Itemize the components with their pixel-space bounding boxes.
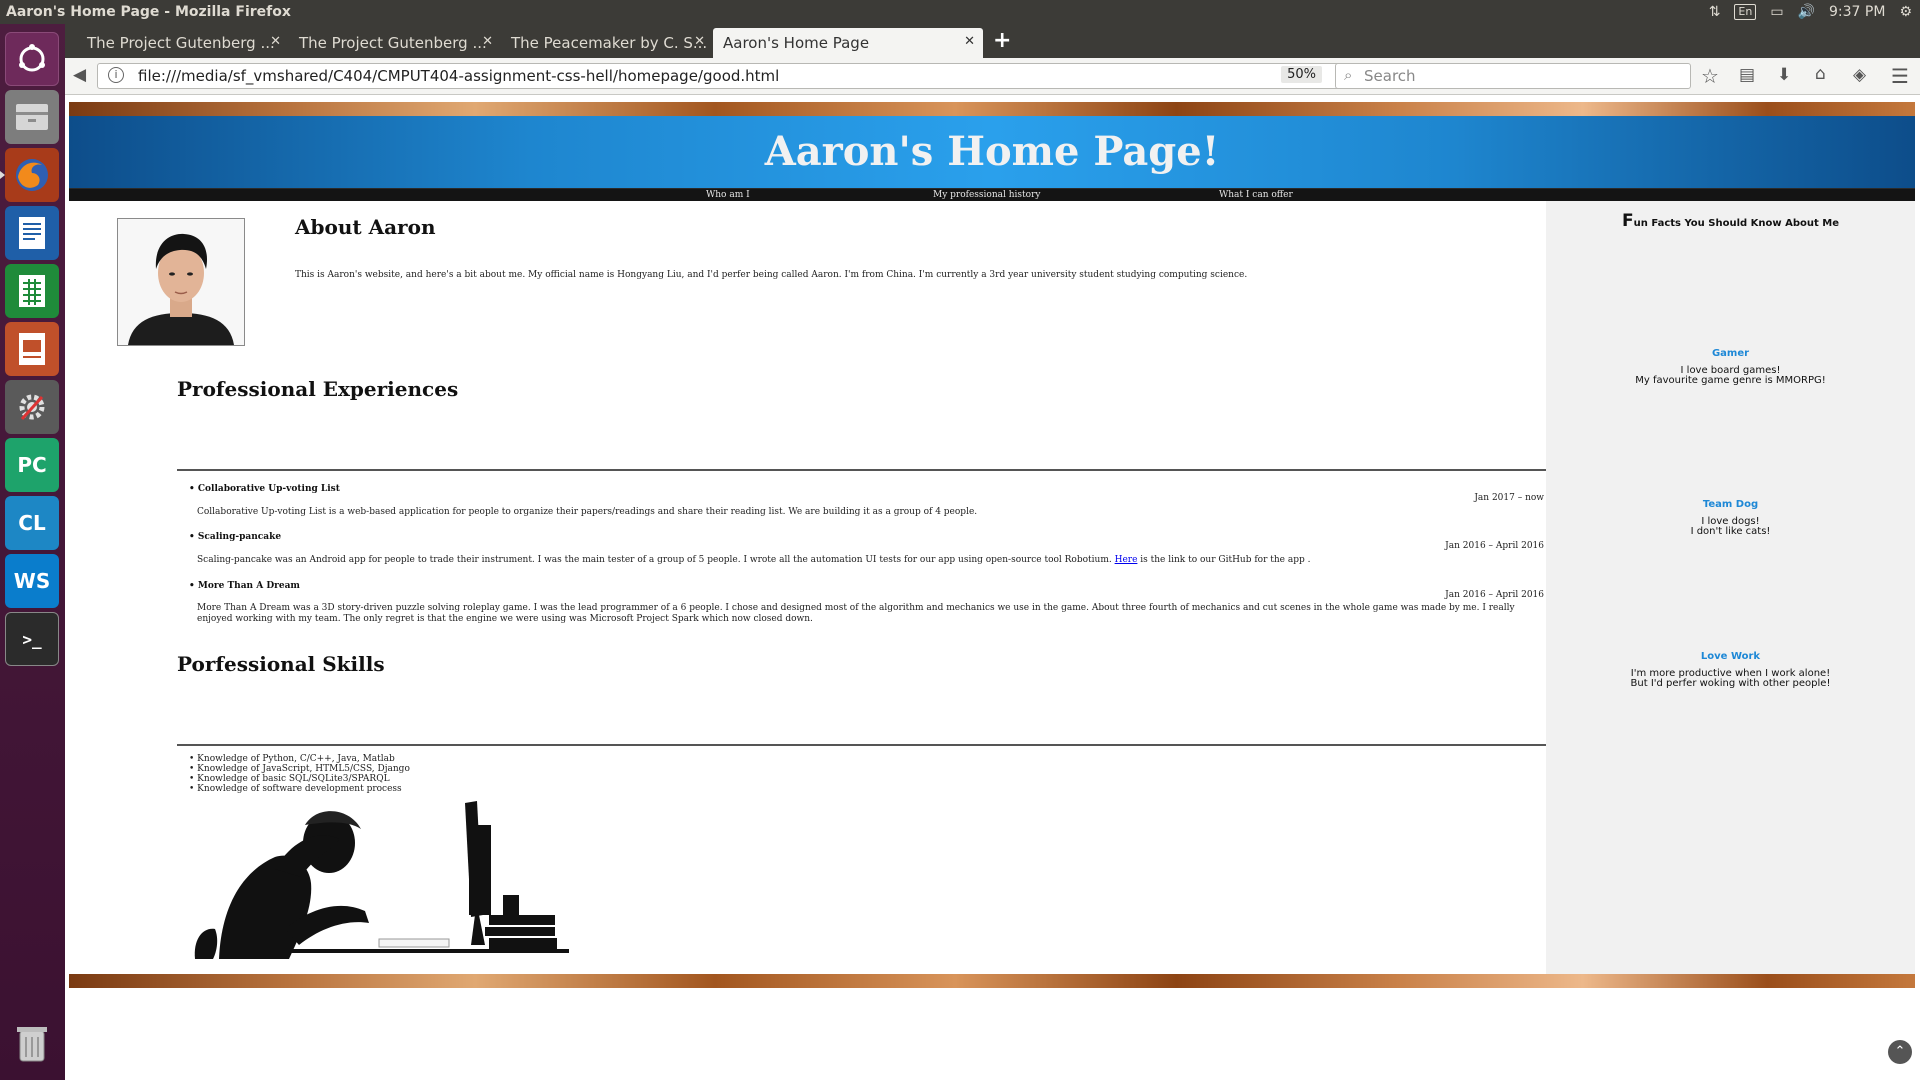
keyboard-layout-indicator[interactable]: En <box>1734 4 1757 20</box>
tab-project-gutenberg-2[interactable]: The Project Gutenberg ... ✕ <box>289 28 501 58</box>
running-indicator <box>0 171 5 179</box>
browser-tab-strip: The Project Gutenberg ... ✕ The Project … <box>65 24 1920 58</box>
experience-description: Scaling-pancake was an Android app for p… <box>197 555 1532 566</box>
clion-icon[interactable]: CL <box>5 496 59 550</box>
tab-label: The Peacemaker by C. S... <box>511 34 708 52</box>
sidebar-title: Fun Facts You Should Know About Me <box>1546 211 1915 231</box>
close-icon[interactable]: ✕ <box>482 34 493 49</box>
skill-item: Knowledge of JavaScript, HTML5/CSS, Djan… <box>189 764 410 774</box>
pocket-icon[interactable]: ◈ <box>1853 65 1866 85</box>
skill-item: Knowledge of basic SQL/SQLite3/SPARQL <box>189 774 389 784</box>
downloads-icon[interactable]: ⬇ <box>1777 65 1791 85</box>
writer-icon[interactable] <box>5 206 59 260</box>
tab-label: The Project Gutenberg ... <box>299 34 487 52</box>
close-icon[interactable]: ✕ <box>694 34 705 49</box>
tab-label: Aaron's Home Page <box>723 34 870 52</box>
skills-title: Porfessional Skills <box>177 652 385 676</box>
close-icon[interactable]: ✕ <box>964 34 975 49</box>
fact-line: I don't like cats! <box>1690 526 1771 537</box>
battery-icon[interactable]: ▭ <box>1770 4 1783 20</box>
about-title: About Aaron <box>295 215 436 239</box>
experience-date: Jan 2016 – April 2016 <box>1445 541 1544 551</box>
hamburger-menu-icon[interactable]: ☰ <box>1891 64 1909 88</box>
page-title: Aaron's Home Page! <box>764 128 1220 175</box>
calc-icon[interactable] <box>5 264 59 318</box>
wood-top-border <box>69 102 1915 116</box>
experience-title: Scaling-pancake <box>189 532 281 542</box>
indicator-area: ⇅ En ▭ 🔊 9:37 PM ⚙ <box>1709 0 1912 24</box>
experiences-divider <box>177 469 1546 471</box>
experience-description-text: is the link to our GitHub for the app . <box>1140 555 1311 565</box>
nav-professional-history[interactable]: My professional history <box>933 190 1040 200</box>
experience-date: Jan 2017 – now <box>1474 493 1544 503</box>
fact-line: But I'd perfer woking with other people! <box>1630 678 1831 689</box>
info-icon[interactable]: i <box>108 67 124 83</box>
gear-icon[interactable]: ⚙ <box>1899 4 1912 20</box>
fact-line: My favourite game genre is MMORPG! <box>1635 375 1826 386</box>
firefox-icon[interactable] <box>0 148 59 202</box>
profile-photo <box>117 218 245 346</box>
bookmark-star-icon[interactable]: ☆ <box>1701 64 1719 88</box>
tab-project-gutenberg-1[interactable]: The Project Gutenberg ... ✕ <box>77 28 289 58</box>
fact-title-team-dog: Team Dog <box>1702 499 1759 510</box>
fun-facts-sidebar: Fun Facts You Should Know About Me Gamer… <box>1546 201 1915 974</box>
volume-icon[interactable]: 🔊 <box>1798 4 1815 20</box>
home-icon[interactable]: ⌂ <box>1815 64 1826 84</box>
fact-title-gamer: Gamer <box>1711 348 1750 359</box>
back-icon[interactable]: ◀ <box>73 65 86 85</box>
pycharm-icon[interactable]: PC <box>5 438 59 492</box>
bookmarks-menu-icon[interactable]: ▤ <box>1739 65 1755 85</box>
network-updown-icon[interactable]: ⇅ <box>1709 4 1721 20</box>
experience-title: More Than A Dream <box>189 581 300 591</box>
experience-description: Collaborative Up-voting List is a web-ba… <box>197 507 978 517</box>
page-header: Aaron's Home Page! <box>69 116 1915 188</box>
impress-icon[interactable] <box>5 322 59 376</box>
settings-icon[interactable] <box>5 380 59 434</box>
experience-title: Collaborative Up-voting List <box>189 484 340 494</box>
site-nav: Who am I My professional history What I … <box>69 188 1915 201</box>
nav-who-am-i[interactable]: Who am I <box>706 190 750 200</box>
experience-description: More Than A Dream was a 3D story-driven … <box>197 603 1515 624</box>
url-bar[interactable]: i file:///media/sf_vmshared/C404/CMPUT40… <box>97 63 1357 89</box>
search-placeholder[interactable]: Search <box>1364 67 1416 85</box>
clock[interactable]: 9:37 PM <box>1829 4 1885 20</box>
main-content: About Aaron This is Aaron's website, and… <box>69 201 1546 974</box>
sidebar-title-initial: F <box>1622 211 1634 231</box>
tab-peacemaker[interactable]: The Peacemaker by C. S... ✕ <box>501 28 713 58</box>
page-viewport: Aaron's Home Page! Who am I My professio… <box>65 96 1920 1080</box>
stressed-programmer-illustration <box>194 801 569 959</box>
experience-description-text: Scaling-pancake was an Android app for p… <box>197 555 1112 565</box>
zoom-indicator[interactable]: 50% <box>1281 66 1322 83</box>
nav-what-i-can-offer[interactable]: What I can offer <box>1219 190 1293 200</box>
skill-item: Knowledge of software development proces… <box>189 784 402 794</box>
browser-nav-bar: ◀ i file:///media/sf_vmshared/C404/CMPUT… <box>65 58 1920 95</box>
ubuntu-dash-icon[interactable] <box>5 32 59 86</box>
tab-label: The Project Gutenberg ... <box>87 34 275 52</box>
files-icon[interactable] <box>5 90 59 144</box>
close-icon[interactable]: ✕ <box>270 34 281 49</box>
unity-launcher: PC CL WS >_ <box>0 24 65 1080</box>
terminal-icon[interactable]: >_ <box>5 612 59 666</box>
skills-divider <box>177 744 1546 746</box>
github-link[interactable]: Here <box>1115 555 1138 565</box>
tab-aarons-home-page[interactable]: Aaron's Home Page ✕ <box>713 28 983 58</box>
search-icon: ⌕ <box>1344 66 1353 84</box>
sidebar-title-rest: un Facts You Should Know About Me <box>1633 218 1839 229</box>
skill-item: Knowledge of Python, C/C++, Java, Matlab <box>189 754 395 764</box>
fact-title-love-work: Love Work <box>1700 651 1761 662</box>
wood-bottom-border <box>69 974 1915 988</box>
about-text: This is Aaron's website, and here's a bi… <box>295 270 1248 280</box>
experience-date: Jan 2016 – April 2016 <box>1445 590 1544 600</box>
trash-icon[interactable] <box>5 1016 59 1070</box>
url-text[interactable]: file:///media/sf_vmshared/C404/CMPUT404-… <box>138 67 779 85</box>
window-title: Aaron's Home Page - Mozilla Firefox <box>6 4 291 20</box>
experiences-title: Professional Experiences <box>177 377 459 401</box>
new-tab-button[interactable]: + <box>993 28 1011 53</box>
ubuntu-top-panel: Aaron's Home Page - Mozilla Firefox ⇅ En… <box>0 0 1920 24</box>
webstorm-icon[interactable]: WS <box>5 554 59 608</box>
scroll-to-top-icon[interactable]: ⌃ <box>1888 1040 1912 1064</box>
search-input[interactable]: ⌕ Search <box>1335 63 1691 89</box>
